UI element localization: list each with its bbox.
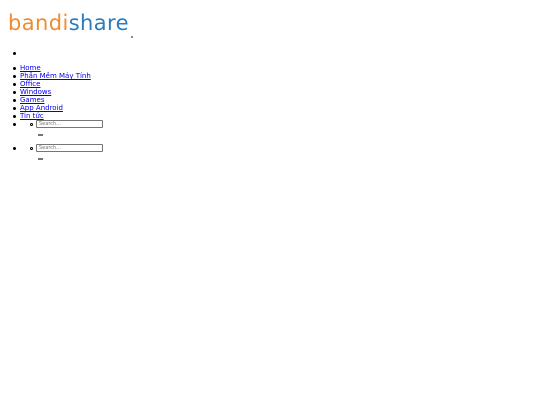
- bandishare-logo[interactable]: bandishare: [8, 12, 129, 34]
- search-submit-button-secondary[interactable]: [38, 158, 43, 160]
- search-subitem-bullet: [30, 123, 33, 126]
- nav-bullet: [13, 115, 16, 118]
- nav-bullet: [13, 107, 16, 110]
- menu-toggle-bullet[interactable]: [13, 52, 16, 55]
- search-item-bullet: [13, 123, 16, 126]
- search-input-secondary[interactable]: [36, 144, 103, 152]
- nav-link-tin-tuc[interactable]: Tin tức: [20, 112, 44, 120]
- nav-bullet: [13, 83, 16, 86]
- nav-link-app-android[interactable]: App Android: [20, 104, 63, 112]
- nav-link-games[interactable]: Games: [20, 96, 45, 104]
- logo-text-bandi: bandi: [8, 11, 69, 35]
- logo-tick-mark: [131, 36, 133, 38]
- nav-link-office[interactable]: Office: [20, 80, 40, 88]
- logo-text-share: share: [68, 11, 129, 35]
- page: bandishare Home Phần Mềm Máy Tính Office…: [0, 0, 540, 405]
- search-subitem-bullet: [30, 147, 33, 150]
- nav-link-home[interactable]: Home: [20, 64, 41, 72]
- nav-bullet: [13, 75, 16, 78]
- nav-bullet: [13, 67, 16, 70]
- search-submit-button-primary[interactable]: [38, 134, 43, 136]
- nav-link-phan-mem-may-tinh[interactable]: Phần Mềm Máy Tính: [20, 72, 91, 80]
- search-item-bullet: [13, 147, 16, 150]
- nav-link-windows[interactable]: Windows: [20, 88, 51, 96]
- nav-bullet: [13, 99, 16, 102]
- nav-bullet: [13, 91, 16, 94]
- search-input-primary[interactable]: [36, 120, 103, 128]
